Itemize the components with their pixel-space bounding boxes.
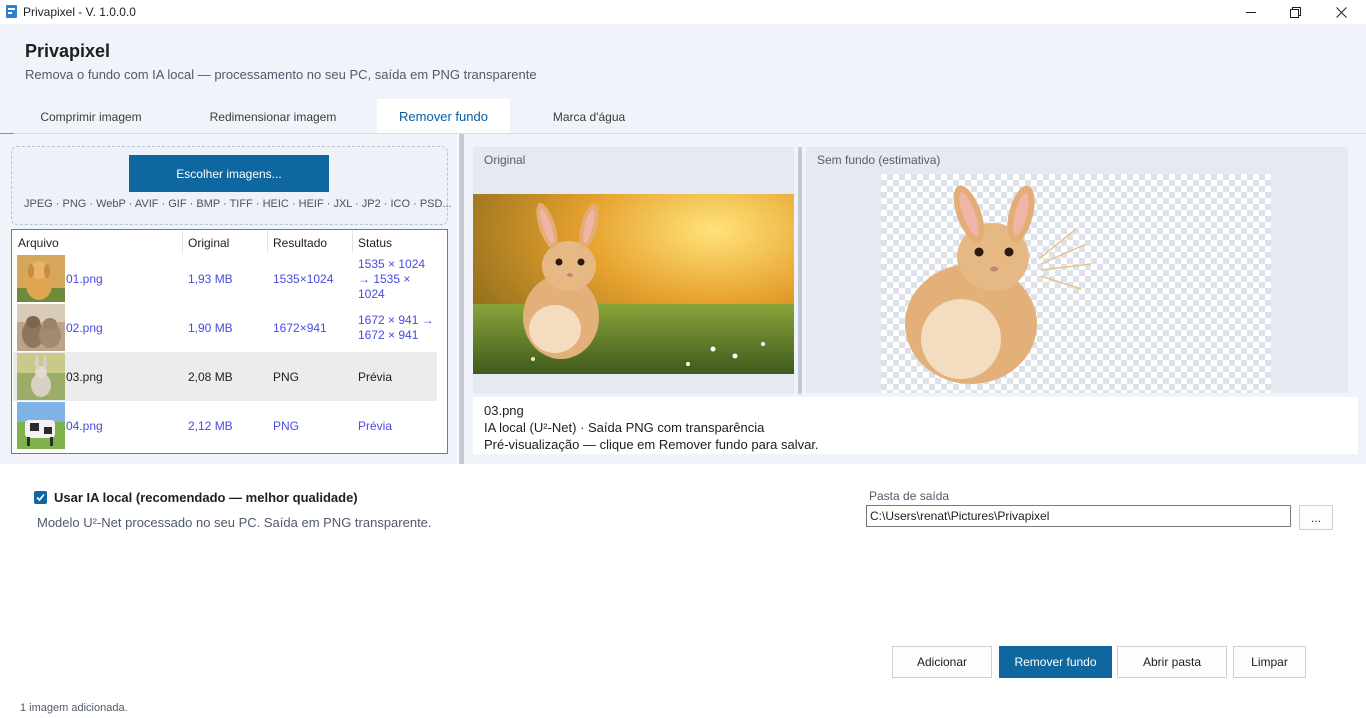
thumbnail-image <box>17 402 65 449</box>
result-value: 1535×1024 <box>273 272 334 286</box>
table-row[interactable]: 04.png 2,12 MB PNG Prévia <box>13 401 437 450</box>
preview-info: 03.png IA local (U²-Net) · Saída PNG com… <box>473 397 1358 454</box>
tab-remove-background[interactable]: Remover fundo <box>377 99 510 134</box>
supported-formats: JPEG · PNG · WebP · AVIF · GIF · BMP · T… <box>24 198 452 210</box>
table-row[interactable]: 01.png 1,93 MB 1535×1024 1535 × 1024 → 1… <box>13 254 437 303</box>
use-local-ai-description: Modelo U²-Net processado no seu PC. Saíd… <box>37 515 432 530</box>
table-row[interactable]: 02.png 1,90 MB 1672×941 1672 × 941 → 167… <box>13 303 437 352</box>
clear-button[interactable]: Limpar <box>1233 646 1306 678</box>
file-name: 02.png <box>66 321 103 335</box>
preview-model-info: IA local (U²-Net) · Saída PNG com transp… <box>484 420 765 435</box>
preview-file-name: 03.png <box>484 403 524 418</box>
result-value: PNG <box>273 370 300 384</box>
use-local-ai-checkbox[interactable] <box>34 491 47 504</box>
output-folder-field[interactable] <box>866 505 1291 527</box>
original-preview <box>473 174 794 394</box>
open-folder-button[interactable]: Abrir pasta <box>1117 646 1227 678</box>
column-divider <box>267 231 268 253</box>
close-button[interactable] <box>1318 0 1364 24</box>
maximize-icon <box>1289 6 1301 18</box>
output-folder-label: Pasta de saída <box>869 489 950 503</box>
browse-folder-button[interactable]: ... <box>1299 505 1333 530</box>
status-text: Prévia <box>358 370 393 384</box>
file-name: 03.png <box>66 370 103 384</box>
file-name: 01.png <box>66 272 103 286</box>
column-header-original[interactable]: Original <box>188 236 229 250</box>
status-text: 1672 × 941 → 1672 × 941 <box>358 313 434 342</box>
result-value: 1672×941 <box>273 321 327 335</box>
column-header-file[interactable]: Arquivo <box>18 236 59 250</box>
preview-panel: Original Sem fundo (estimativa) 03.png I… <box>464 134 1366 464</box>
thumbnail-image <box>17 353 65 400</box>
window-title: Privapixel - V. 1.0.0.0 <box>23 5 136 19</box>
tab-watermark[interactable]: Marca d'água <box>540 99 638 134</box>
add-button[interactable]: Adicionar <box>892 646 992 678</box>
result-preview-image <box>905 185 1092 384</box>
preview-divider <box>798 147 802 394</box>
tab-compress[interactable]: Comprimir imagem <box>22 99 160 134</box>
table-row[interactable]: 03.png 2,08 MB PNG Prévia <box>13 352 437 401</box>
original-size: 1,90 MB <box>188 321 233 335</box>
tab-resize[interactable]: Redimensionar imagem <box>196 99 350 134</box>
original-size: 1,93 MB <box>188 272 233 286</box>
file-panel: Escolher imagens... JPEG · PNG · WebP · … <box>0 134 457 464</box>
use-local-ai-label[interactable]: Usar IA local (recomendado — melhor qual… <box>54 490 358 505</box>
result-value: PNG <box>273 419 300 433</box>
status-message: 1 imagem adicionada. <box>20 702 128 714</box>
app-subtitle: Remova o fundo com IA local — processame… <box>25 67 537 82</box>
original-size: 2,08 MB <box>188 370 233 384</box>
choose-images-button[interactable]: Escolher imagens... <box>129 155 329 192</box>
column-header-result[interactable]: Resultado <box>273 236 327 250</box>
original-preview-label: Original <box>473 147 794 174</box>
maximize-button[interactable] <box>1272 0 1318 24</box>
title-bar: Privapixel - V. 1.0.0.0 <box>0 0 1366 24</box>
drop-zone[interactable]: Escolher imagens... JPEG · PNG · WebP · … <box>11 146 452 225</box>
thumbnail-image <box>17 304 65 351</box>
thumbnail-image <box>17 255 65 302</box>
file-name: 04.png <box>66 419 103 433</box>
preview-hint: Pré-visualização — clique em Remover fun… <box>484 437 819 452</box>
original-size: 2,12 MB <box>188 419 233 433</box>
remove-background-button[interactable]: Remover fundo <box>999 646 1112 678</box>
minimize-button[interactable] <box>1228 0 1274 24</box>
minimize-icon <box>1246 12 1256 13</box>
checkmark-icon <box>36 493 45 502</box>
column-divider <box>182 231 183 253</box>
original-preview-image <box>473 194 794 374</box>
status-text: 1535 × 1024 → 1535 × 1024 <box>358 257 426 301</box>
close-icon <box>1335 6 1347 18</box>
result-preview-label: Sem fundo (estimativa) <box>806 147 1348 174</box>
status-text: Prévia <box>358 419 393 433</box>
column-divider <box>352 231 353 253</box>
transparency-background <box>881 174 1271 393</box>
app-logo-icon <box>6 5 17 18</box>
app-header: Privapixel Remova o fundo com IA local —… <box>0 24 1366 135</box>
column-header-status[interactable]: Status <box>358 236 392 250</box>
file-table[interactable]: Arquivo Original Resultado Status 01.png… <box>11 229 448 454</box>
app-name: Privapixel <box>25 41 111 61</box>
result-preview <box>806 174 1348 393</box>
